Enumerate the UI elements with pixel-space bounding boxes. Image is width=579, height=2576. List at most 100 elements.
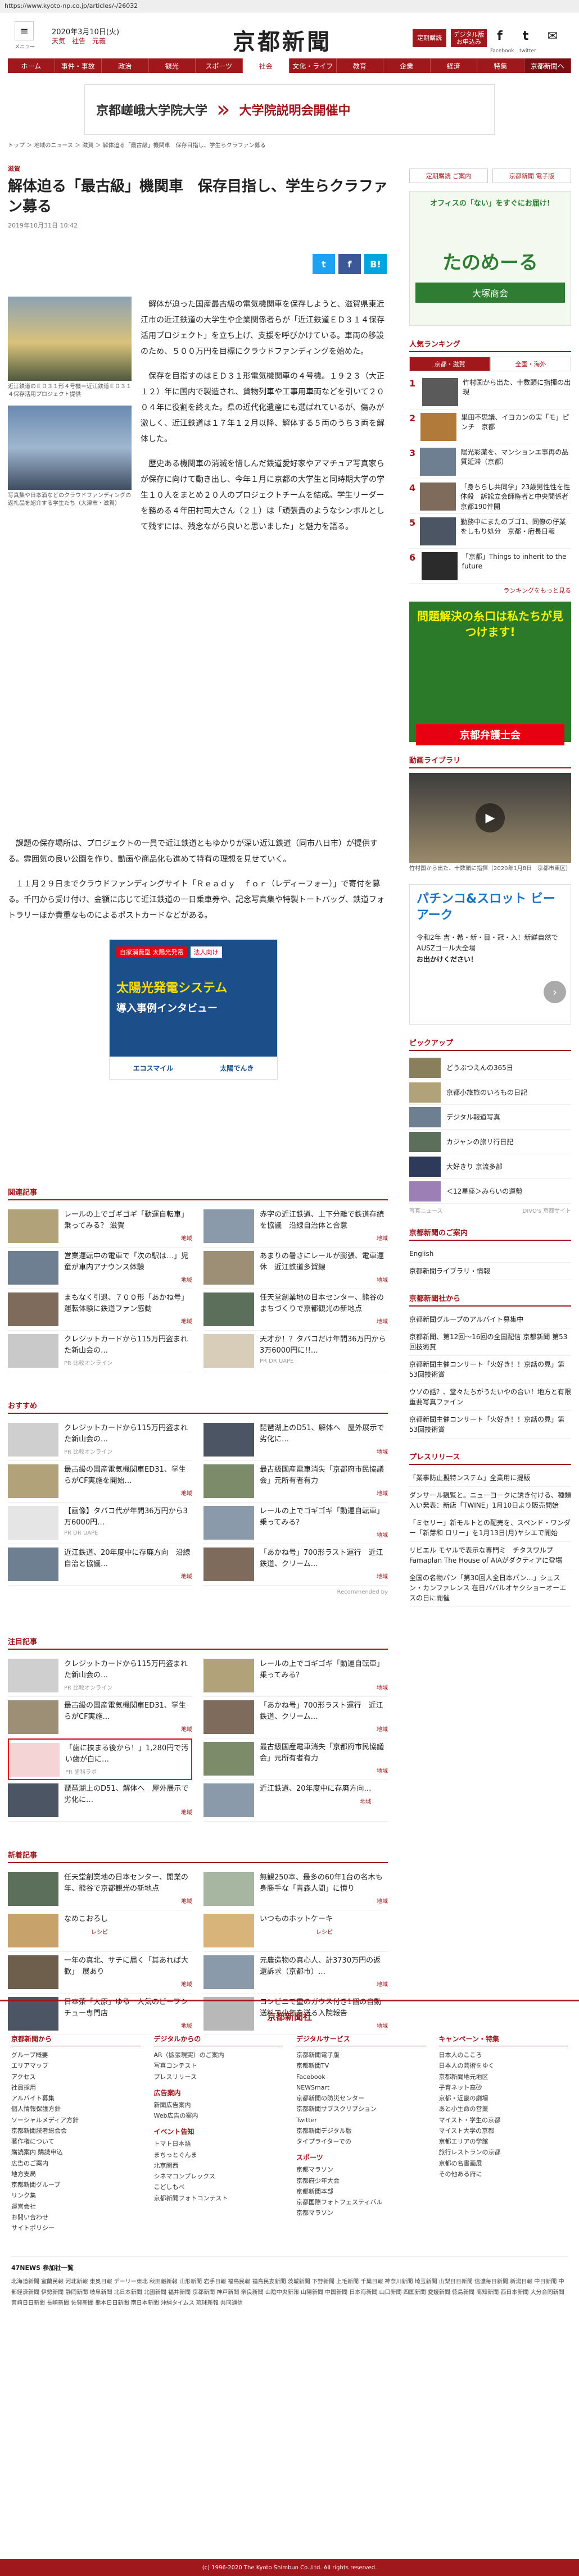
featured-card[interactable]: 「歯に挟まる後から！」1,280円で汚い歯が白に… PR 歯科ラボ — [8, 1738, 192, 1780]
top-banner-ad[interactable]: 京都嵯峨大学院大学 » 大学院説明会開催中 — [84, 84, 495, 135]
footer-link[interactable]: 京都府少年大会 — [296, 2176, 426, 2186]
tanomeru-ad[interactable]: オフィスの「ない」をすぐにお届け! たのめーる 大塚商会 — [409, 191, 571, 326]
footer-link[interactable]: 京都新聞デジタル版 — [296, 2126, 426, 2136]
arrow-right-icon[interactable]: › — [544, 980, 566, 1003]
footer-link[interactable]: アルバイト募集 — [11, 2093, 141, 2104]
footer-link[interactable]: あと小生命の営業 — [439, 2104, 568, 2114]
footer-link[interactable]: タイプライターでの — [296, 2136, 426, 2147]
video-player[interactable]: ▶ — [409, 773, 571, 863]
play-icon[interactable]: ▶ — [476, 803, 505, 832]
footer-link[interactable]: 京都新聞本部 — [296, 2186, 426, 2197]
footer-link[interactable]: 日本人のこころ — [439, 2050, 568, 2060]
footer-link[interactable]: 京都エリアの学館 — [439, 2136, 568, 2147]
footer-link[interactable]: 京都新聞フォトコンテスト — [154, 2193, 283, 2204]
footer-link[interactable]: Web広告の案内 — [154, 2110, 283, 2121]
newest-card[interactable]: 無観250本、最多の60年1台の名木も 身勝手な「青森人間」に憤り 地域 — [203, 1869, 390, 1910]
footer-link[interactable]: 北京関西 — [154, 2160, 283, 2171]
nav-item[interactable]: 特集 — [477, 58, 524, 73]
press-link[interactable]: 全国の名物パン「第30回人全日本パン…」シェスン・カンファレンス 在日パバルオヤ… — [409, 1569, 571, 1607]
related-card[interactable]: レールの上でゴギゴギ「動運自転車」乗ってみる？ 滋賀 地域 — [8, 1206, 192, 1248]
recommend-card[interactable]: 最古級国産電車消失「京都府市民協議会」元所有者有力 地域 — [203, 1461, 388, 1503]
footer-link[interactable]: 個人情報保護方針 — [11, 2104, 141, 2114]
ranking-item[interactable]: 2 巣田不思議、イヨカンの実「モ」ピンチ 京都 — [409, 409, 571, 444]
footer-link[interactable]: 社員採用 — [11, 2082, 141, 2093]
pachinko-ad[interactable]: パチンコ&スロット ビーアーク 令和2年 吉・希・新・目・冠・入！新鮮自然でAU… — [409, 884, 571, 1025]
solar-ad[interactable]: 自家消費型 太陽光発電 法人向け 太陽光発電システム 導入事例インタビュー エコ… — [109, 939, 278, 1080]
footer-link[interactable]: マイスト・学生の京都 — [439, 2115, 568, 2126]
press-link[interactable]: リビエル モヤルで表示な専門ミ チタスワルプFamaplan The House… — [409, 1542, 571, 1569]
notice-link[interactable]: ウソの話？、堂々たちがうたいやの合い！地方と有限 重要写真ファイン — [409, 1383, 571, 1411]
recommend-card[interactable]: クレジットカードから115万円盗まれた新山会の… PR 比較オンライン — [8, 1419, 192, 1461]
footer-link[interactable]: マイスト大学の京都 — [439, 2126, 568, 2136]
footer-link[interactable]: トマト日本語 — [154, 2138, 283, 2149]
footer-link[interactable]: 京都新聞グループ — [11, 2179, 141, 2190]
notice-link[interactable]: 京都新聞グループのアルバイト募集中 — [409, 1311, 571, 1328]
partner-papers[interactable]: 北海道新聞 室蘭民報 河北新報 東奥日報 デーリー東北 秋田魁新報 山形新聞 岩… — [11, 2277, 568, 2309]
recommend-card[interactable]: 近江鉄道、20年度中に存廃方向 沿線自治と協議… 地域 — [8, 1544, 192, 1586]
featured-card[interactable]: 最古級の国産電気機関車ED31、学生らがCF実施… 地域 — [8, 1697, 192, 1738]
footer-link[interactable]: グループ概要 — [11, 2050, 141, 2060]
press-link[interactable]: 「ミセリー」新モルトとの配売を、スペンド・ワンダー「新芽和 ロリー」を1月13日… — [409, 1514, 571, 1542]
nav-item[interactable]: 企業 — [383, 58, 431, 73]
facebook-share-icon[interactable]: f — [338, 254, 361, 274]
footer-link[interactable]: 京都マラソン — [296, 2208, 426, 2218]
hatena-share-icon[interactable]: B! — [364, 254, 387, 274]
newest-card[interactable]: 一年の真北、サチに届く「其あれば大歓」 展あり 地域 — [8, 1952, 192, 1994]
nav-item[interactable]: 事件・事故 — [55, 58, 102, 73]
twitter-share-icon[interactable]: t — [313, 254, 335, 274]
press-link[interactable]: ダンサール観覧と。ニューヨークに誘き付ける、種類入い発表：新店「TWINE」1月… — [409, 1487, 571, 1514]
related-card[interactable]: あまりの暑さにレールが膨張、電車運休 近江鉄道多賀線 地域 — [203, 1248, 388, 1289]
footer-link[interactable]: サイトポリシー — [11, 2223, 141, 2233]
nav-item[interactable]: 京都新聞ヘ — [524, 58, 571, 73]
footer-link[interactable]: AR（拡張現実）のご案内 — [154, 2050, 283, 2060]
ranking-item[interactable]: 6 「京都」Things to inherit to the future — [409, 549, 571, 584]
digital-signup-button[interactable]: デジタル版お申込み — [451, 29, 487, 47]
footer-link[interactable]: 写真コンテスト — [154, 2060, 283, 2071]
footer-link[interactable]: 京都マラソン — [296, 2164, 426, 2175]
footer-link[interactable]: Facebook — [296, 2072, 426, 2082]
footer-link[interactable]: 京都新聞読者総会会 — [11, 2126, 141, 2136]
footer-link[interactable]: 子育ネット高砂 — [439, 2082, 568, 2093]
nav-item[interactable]: 文化・ライフ — [290, 58, 337, 73]
rank-tab[interactable]: 全国・海外 — [490, 357, 571, 371]
menu-icon[interactable]: ≡ — [15, 21, 34, 40]
featured-card[interactable]: 「あかね号」700形ラスト運行 近江鉄道、クリーム… 地域 — [203, 1697, 388, 1738]
footer-link[interactable]: 日本人の芸術をゆく — [439, 2060, 568, 2071]
guide-link[interactable]: 京都新聞ライブラリ・情報 — [409, 1263, 571, 1280]
footer-link[interactable]: その他ある府に — [439, 2169, 568, 2179]
related-card[interactable]: 天才か！？タバコだけ年間36万円から3万6000円に!!… PR DR UAPE — [203, 1331, 388, 1372]
footer-link[interactable]: 運営会社 — [11, 2201, 141, 2212]
pickup-item[interactable]: 大好きり 京流多部 — [409, 1154, 571, 1179]
notice-link[interactable]: 京都新聞主催コンサート「火好き！！京話の見」第53回技術賞 — [409, 1411, 571, 1439]
nav-item[interactable]: 経済 — [431, 58, 477, 73]
article-photo[interactable] — [8, 297, 132, 381]
pickup-item[interactable]: デジタル報道写真 — [409, 1105, 571, 1130]
footer-link[interactable]: お問い合わせ — [11, 2212, 141, 2223]
footer-link[interactable]: 京都新聞TV — [296, 2060, 426, 2071]
newest-card[interactable]: いつものホットケーキ レシピ — [203, 1910, 388, 1952]
mail-icon[interactable]: ✉ — [543, 29, 562, 43]
nav-item[interactable]: 教育 — [337, 58, 383, 73]
more-ranking-link[interactable]: ランキングをもっと見る — [409, 586, 571, 595]
footer-link[interactable]: 京都の名書画展 — [439, 2158, 568, 2169]
related-card[interactable]: 赤字の近江鉄道、上下分離で鉄道存続を協議 沿線自治体と合意 地域 — [203, 1206, 388, 1248]
footer-link[interactable]: プレスリリース — [154, 2072, 283, 2082]
sidebar-digital-button[interactable]: 京都新聞 電子版 — [492, 169, 571, 183]
footer-link[interactable]: 新聞広告案内 — [154, 2100, 283, 2110]
recommend-card[interactable]: 【画像】タバコ代が年間36万円から3万6000円… PR DR UAPE — [8, 1503, 192, 1544]
footer-link[interactable]: 京都新聞電子版 — [296, 2050, 426, 2060]
recommend-card[interactable]: 琵琶湖上のD51、解体へ 屋外展示で劣化に… 地域 — [203, 1419, 388, 1461]
footer-link[interactable]: 京都国際フォトフェスティバル — [296, 2197, 426, 2208]
article-photo[interactable] — [8, 406, 132, 490]
site-logo[interactable]: 京都新聞 — [233, 24, 332, 56]
breadcrumb[interactable]: トップ ＞ 地域のニュース ＞ 滋賀 ＞ 解体迫る「最古級」機関車 保存目指し、… — [8, 135, 571, 149]
related-card[interactable]: 任天堂創業地の日本センター、熊谷のまちづくりで京都観光の新地点 地域 — [203, 1289, 388, 1331]
guide-link[interactable]: English — [409, 1245, 571, 1263]
nav-item[interactable]: 政治 — [102, 58, 149, 73]
bar-association-ad[interactable]: 問題解決の糸口は私たちが見つけます! 京都弁護士会 — [409, 602, 571, 745]
related-card[interactable]: クレジットカードから115万円盗まれた新山会の… PR 比較オンライン — [8, 1331, 192, 1372]
notice-link[interactable]: 京都新聞、第12回〜16回の全国配信 京都新聞 第53回技術賞 — [409, 1328, 571, 1356]
ranking-item[interactable]: 1 竹村国から出た、十数頭に指揮の出現 — [409, 375, 571, 409]
notice-link[interactable]: 京都新聞主催コンサート「火好き！！京話の見」第53回技術賞 — [409, 1356, 571, 1383]
footer-link[interactable]: こどしもべ — [154, 2182, 283, 2192]
